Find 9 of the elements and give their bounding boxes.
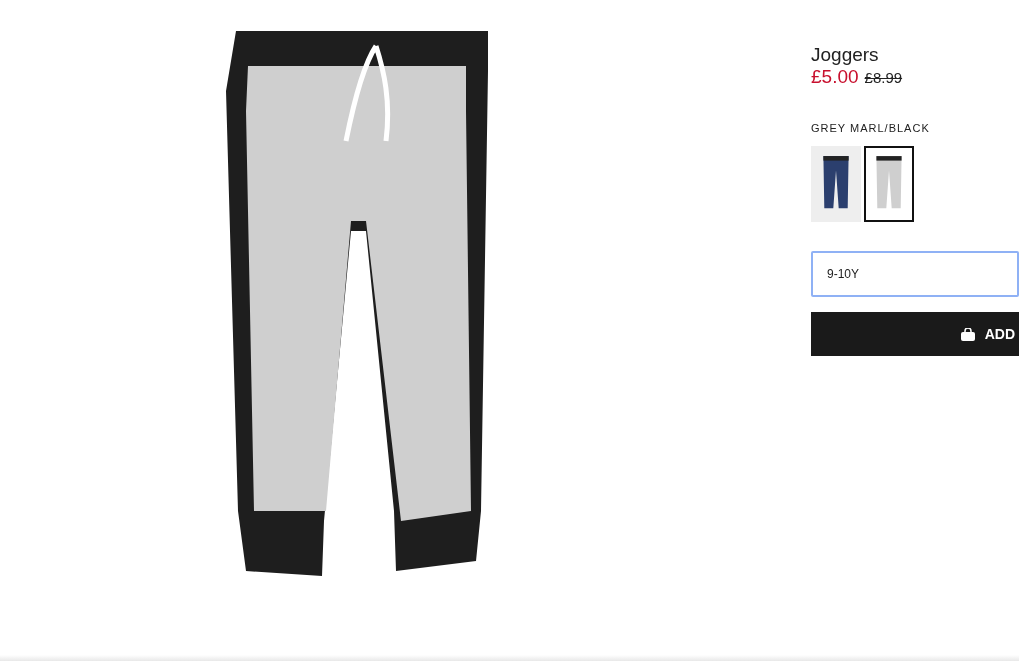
bag-icon xyxy=(960,327,975,341)
size-field[interactable]: 9-10Y xyxy=(811,251,1019,297)
product-name: Joggers xyxy=(811,44,880,66)
color-swatch[interactable] xyxy=(864,146,914,222)
color-swatch[interactable] xyxy=(811,146,861,222)
color-name: GREY MARL/BLACK xyxy=(811,122,931,134)
add-to-bag-button[interactable]: ADD xyxy=(811,312,1019,356)
sale-price: £5.00 xyxy=(811,66,859,88)
original-price: £8.99 xyxy=(864,69,903,86)
